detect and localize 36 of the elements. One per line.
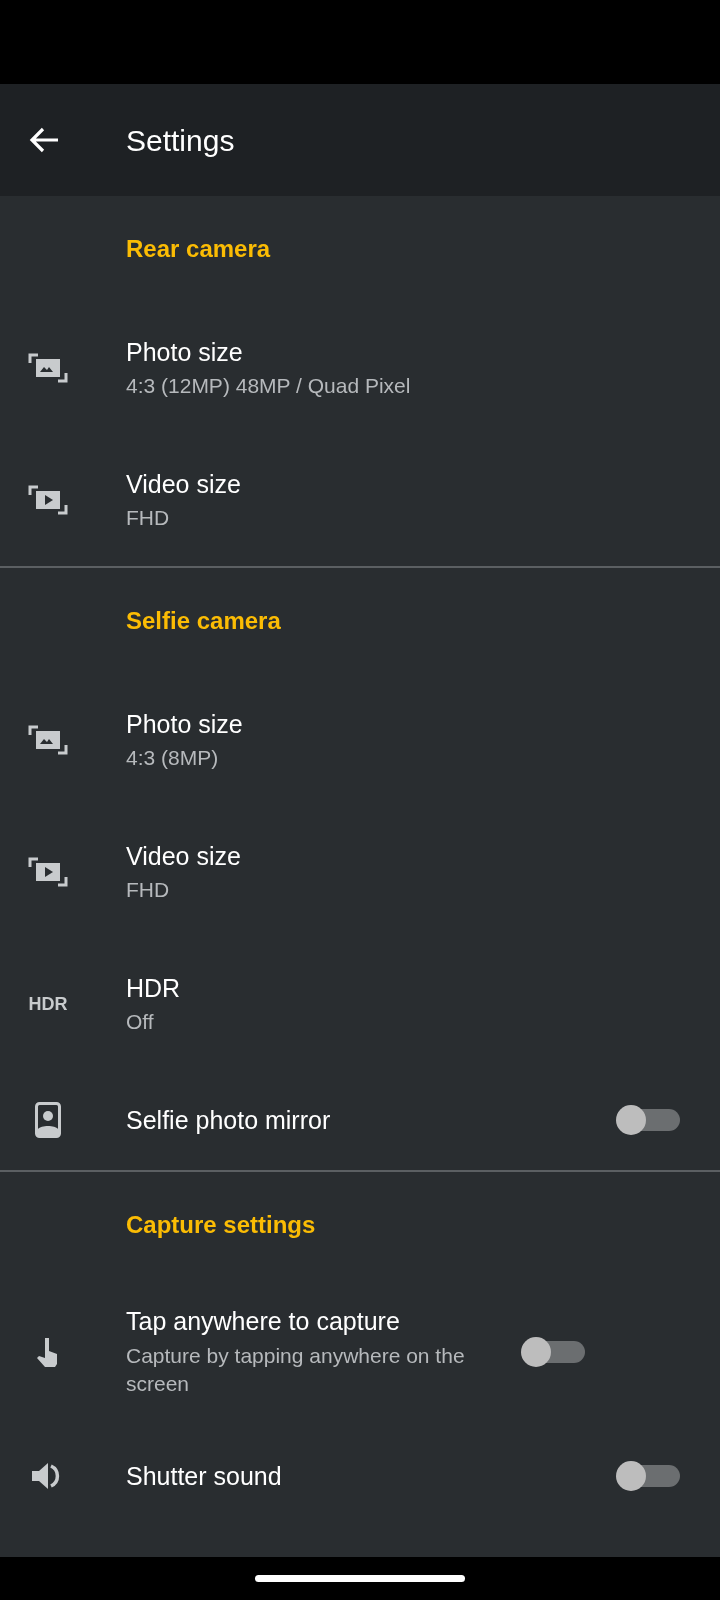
setting-summary: Capture by tapping anywhere on the screen: [126, 1342, 466, 1398]
setting-summary: 4:3 (8MP): [126, 745, 220, 772]
hdr-icon: HDR: [28, 990, 68, 1018]
setting-title: HDR: [126, 972, 182, 1004]
toggle-switch[interactable]: [521, 1337, 585, 1367]
screen-title: Settings: [126, 122, 235, 159]
image-icon: [28, 725, 68, 755]
back-arrow-icon: [28, 126, 60, 154]
section-header: Selfie camera: [126, 606, 281, 636]
setting-title: Photo size: [126, 708, 244, 740]
setting-title: Photo size: [126, 336, 244, 368]
toggle-switch[interactable]: [616, 1105, 680, 1135]
setting-title: Selfie photo mirror: [126, 1104, 332, 1136]
section-header: Rear camera: [126, 234, 271, 264]
video-icon: [28, 857, 68, 887]
setting-summary: Off: [126, 1009, 155, 1036]
toggle-switch[interactable]: [616, 1461, 680, 1491]
setting-title: Video size: [126, 468, 242, 500]
setting-summary: 4:3 (12MP) 48MP / Quad Pixel: [126, 373, 412, 400]
setting-title: Video size: [126, 840, 242, 872]
image-icon: [28, 353, 68, 383]
setting-row[interactable]: Selfie photo mirror: [0, 1070, 720, 1170]
setting-row[interactable]: Photo size 4:3 (8MP): [0, 674, 720, 806]
setting-title: Tap anywhere to capture: [126, 1306, 401, 1338]
portrait-icon: [35, 1102, 61, 1138]
setting-summary: FHD: [126, 505, 171, 532]
setting-row[interactable]: Video size FHD: [0, 434, 720, 566]
setting-row[interactable]: Tap anywhere to capture Capture by tapping anywhere on the screen: [0, 1278, 720, 1426]
setting-summary: FHD: [126, 877, 171, 904]
setting-title: Shutter sound: [126, 1460, 283, 1492]
video-icon: [28, 485, 68, 515]
setting-row[interactable]: Video size FHD: [0, 806, 720, 938]
setting-row[interactable]: HDR HDR Off: [0, 938, 720, 1070]
section-header: Capture settings: [126, 1210, 316, 1240]
setting-row[interactable]: Photo size 4:3 (12MP) 48MP / Quad Pixel: [0, 302, 720, 434]
setting-row[interactable]: Shutter sound: [0, 1426, 720, 1526]
